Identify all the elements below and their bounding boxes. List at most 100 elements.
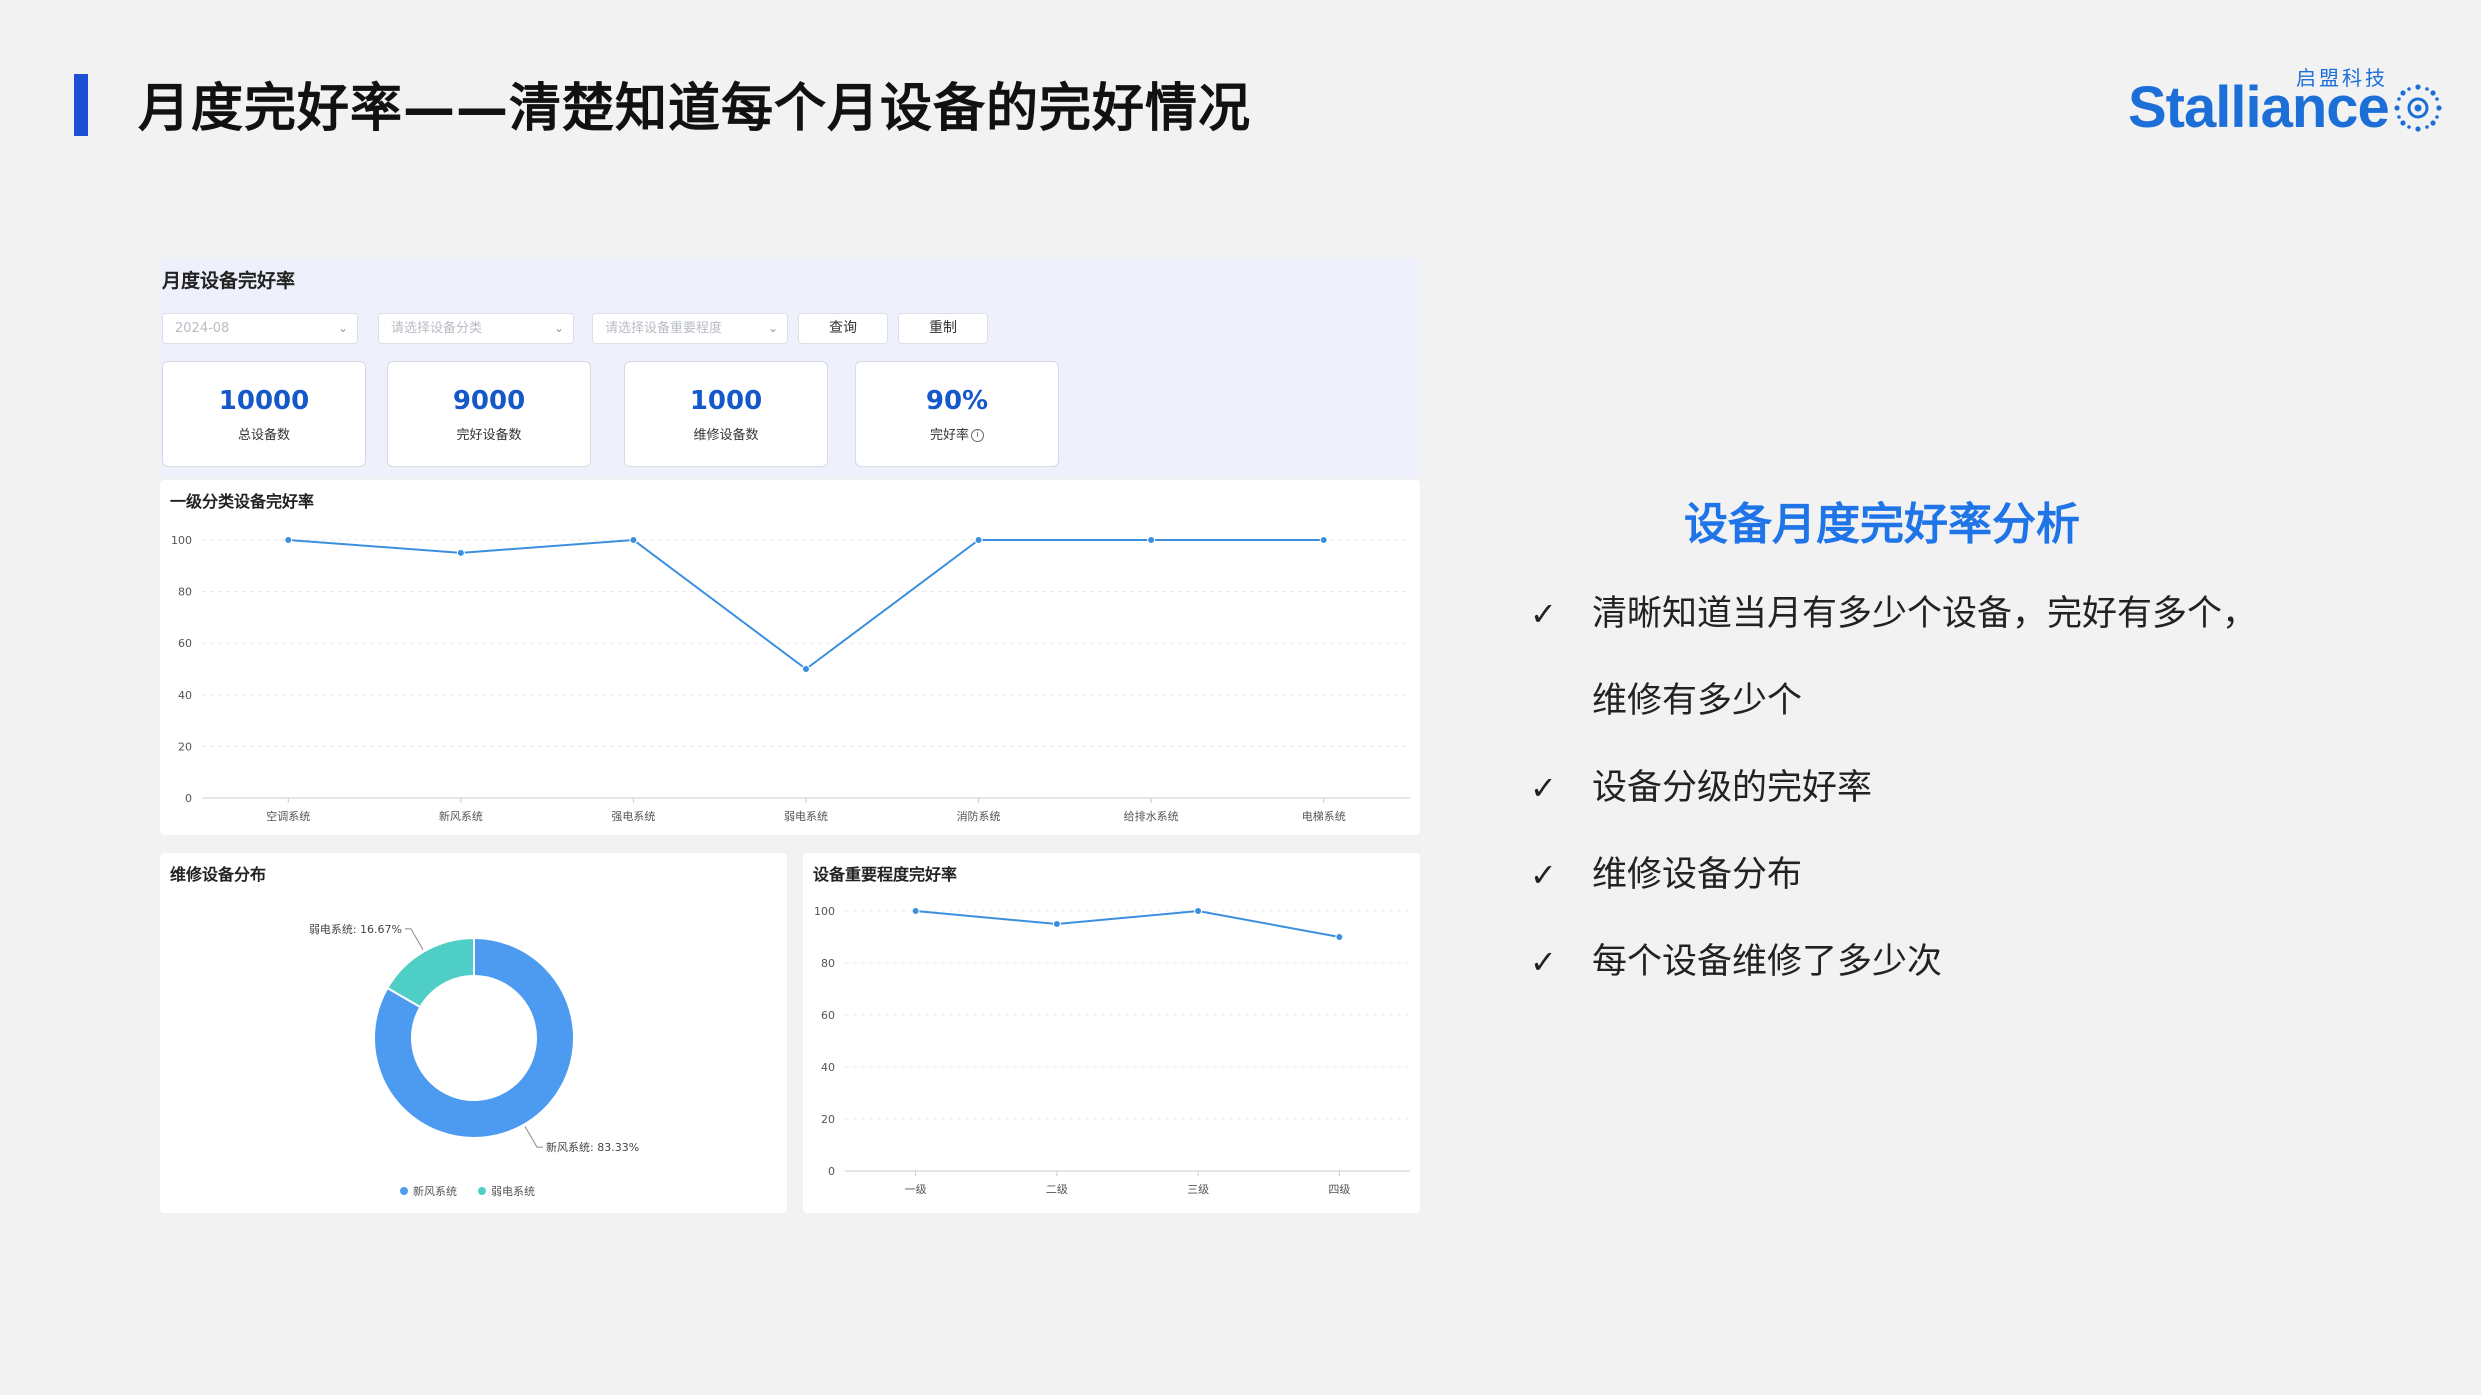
month-select-value: 2024-08 [175,321,230,336]
check-icon: ✓ [1530,943,1557,981]
query-button[interactable]: 查询 [798,313,888,344]
logo-chinese-name: 启盟科技 [2296,66,2388,90]
data-point [1319,536,1328,544]
y-tick-label: 100 [171,534,192,547]
dashboard-screenshot: 月度设备完好率 2024-08 ⌄ 请选择设备分类 ⌄ 请选择设备重要程度 ⌄ … [160,258,1420,1213]
check-icon: ✓ [1530,595,1557,633]
bullet-text-continued: 维修有多少个 [1592,681,1803,721]
data-point [1335,933,1344,941]
pie-label-line [404,928,424,950]
y-tick-label: 80 [178,586,192,599]
series-line [288,538,1324,671]
pie-label: 新风系统: 83.33% [546,1140,639,1154]
info-icon[interactable]: i [971,429,984,442]
data-point [1147,536,1156,544]
stat-value: 90% [925,386,989,416]
stat-label-text: 完好率 [929,428,969,443]
month-select[interactable]: 2024-08 ⌄ [162,313,358,344]
y-tick-label: 60 [178,637,192,650]
stat-value: 1000 [689,386,763,416]
bullet-text: 每个设备维修了多少次 [1592,942,1943,982]
data-point [802,665,810,673]
y-tick-label: 40 [821,1061,835,1074]
reset-button[interactable]: 重制 [898,313,988,344]
x-tick-label: 弱电系统 [784,810,828,823]
x-tick-label: 三级 [1187,1183,1209,1196]
bullet-text: 设备分级的完好率 [1592,768,1873,808]
stat-value: 10000 [218,386,310,416]
pie-label: 弱电系统: 16.67% [309,923,402,936]
y-tick-label: 20 [821,1113,835,1126]
slide-title: 月度完好率——清楚知道每个月设备的完好情况 [138,79,1252,139]
repair-distribution-panel: 维修设备分布 新风系统: 83.33% 弱电系统: 16.67% 新风系统 弱电系统 [160,853,787,1213]
logo-sun-icon [2394,84,2442,132]
legend-label: 新风系统 [413,1184,457,1198]
analysis-bullet: ✓ 设备分级的完好率 [1530,759,2410,817]
x-tick-label: 强电系统 [611,810,655,823]
category-select-placeholder: 请选择设备分类 [391,321,483,336]
x-tick-label: 一级 [905,1183,927,1196]
stat-label: 完好设备数 [456,428,522,443]
check-icon: ✓ [1530,856,1557,894]
analysis-bullet: ✓ 每个设备维修了多少次 [1530,933,2410,991]
data-point [1194,907,1203,915]
chart-title: 设备重要程度完好率 [813,865,958,884]
y-tick-label: 0 [828,1165,835,1178]
importance-select[interactable]: 请选择设备重要程度 ⌄ [592,313,788,344]
importance-rate-chart: 0 20 40 60 80 100 一级 二级 三级 四级 [814,905,1410,1196]
data-point [456,548,465,557]
bullet-text: 清晰知道当月有多少个设备，完好有多个， [1592,594,2258,634]
stat-card-repair: 1000 维修设备数 [624,361,828,467]
legend-label: 弱电系统 [491,1185,535,1198]
data-point [911,907,920,915]
x-tick-label: 消防系统 [957,809,1001,823]
x-tick-label: 电梯系统 [1302,810,1346,823]
stat-label: 总设备数 [237,428,290,443]
x-tick-label: 二级 [1046,1183,1068,1196]
check-icon: ✓ [1530,769,1557,807]
stat-label: 完好率 i [856,424,1058,443]
stat-value: 9000 [452,386,526,416]
y-tick-label: 60 [821,1009,835,1022]
analysis-bullet-list: ✓ 清晰知道当月有多少个设备，完好有多个， 维修有多少个 ✓ 设备分级的完好率 … [1530,585,2410,1020]
dashboard-title: 月度设备完好率 [162,270,296,292]
data-point [629,536,638,544]
x-tick-label: 空调系统 [266,809,310,823]
stat-card-rate: 90% 完好率 i [855,361,1059,467]
x-tick-label: 给排水系统 [1124,809,1179,823]
series-line [915,909,1340,938]
stat-card-good: 9000 完好设备数 [387,361,591,467]
dashboard-header: 月度设备完好率 2024-08 ⌄ 请选择设备分类 ⌄ 请选择设备重要程度 ⌄ … [160,258,1420,478]
legend-marker [400,1187,408,1195]
category-rate-chart: 0 20 40 60 80 100 空调系统 新风系统 强电系统 弱电系统 消防系统 给排水系统 电梯系… [171,534,1410,823]
data-point [974,536,983,544]
category-select[interactable]: 请选择设备分类 ⌄ [378,313,574,344]
y-tick-label: 0 [185,792,192,805]
category-rate-panel: 一级分类设备完好率 0 20 40 60 80 100 空调系统 新风系统 强电系统 弱电系统 消防… [160,480,1420,835]
analysis-bullet: ✓ 维修设备分布 [1530,846,2410,904]
x-tick-label: 四级 [1328,1183,1350,1196]
repair-distribution-chart: 新风系统: 83.33% 弱电系统: 16.67% 新风系统 弱电系统 [309,923,639,1198]
chart-title: 一级分类设备完好率 [170,492,315,511]
y-tick-label: 100 [814,905,835,918]
importance-rate-panel: 设备重要程度完好率 0 20 40 60 80 100 一级 二级 三级 四级 [803,853,1420,1213]
bullet-text: 维修设备分布 [1592,855,1803,895]
legend-marker [478,1187,486,1195]
analysis-bullet: ✓ 清晰知道当月有多少个设备，完好有多个， 维修有多少个 [1530,585,2410,730]
data-point [284,536,293,544]
y-tick-label: 40 [178,689,192,702]
chart-title: 维修设备分布 [170,865,267,884]
data-point [1052,920,1061,928]
y-tick-label: 20 [178,740,192,753]
analysis-title: 设备月度完好率分析 [1684,499,2080,550]
chevron-down-icon: ⌄ [337,321,348,335]
importance-select-placeholder: 请选择设备重要程度 [605,321,723,336]
pie-label-line [524,1126,544,1148]
chevron-down-icon: ⌄ [767,321,778,335]
pie-slice [386,936,475,1009]
company-logo: Stalliance 启盟科技 [2128,66,2448,148]
y-tick-label: 80 [821,957,835,970]
chevron-down-icon: ⌄ [553,321,564,335]
title-accent-bar [74,74,88,136]
x-tick-label: 新风系统 [439,809,483,823]
